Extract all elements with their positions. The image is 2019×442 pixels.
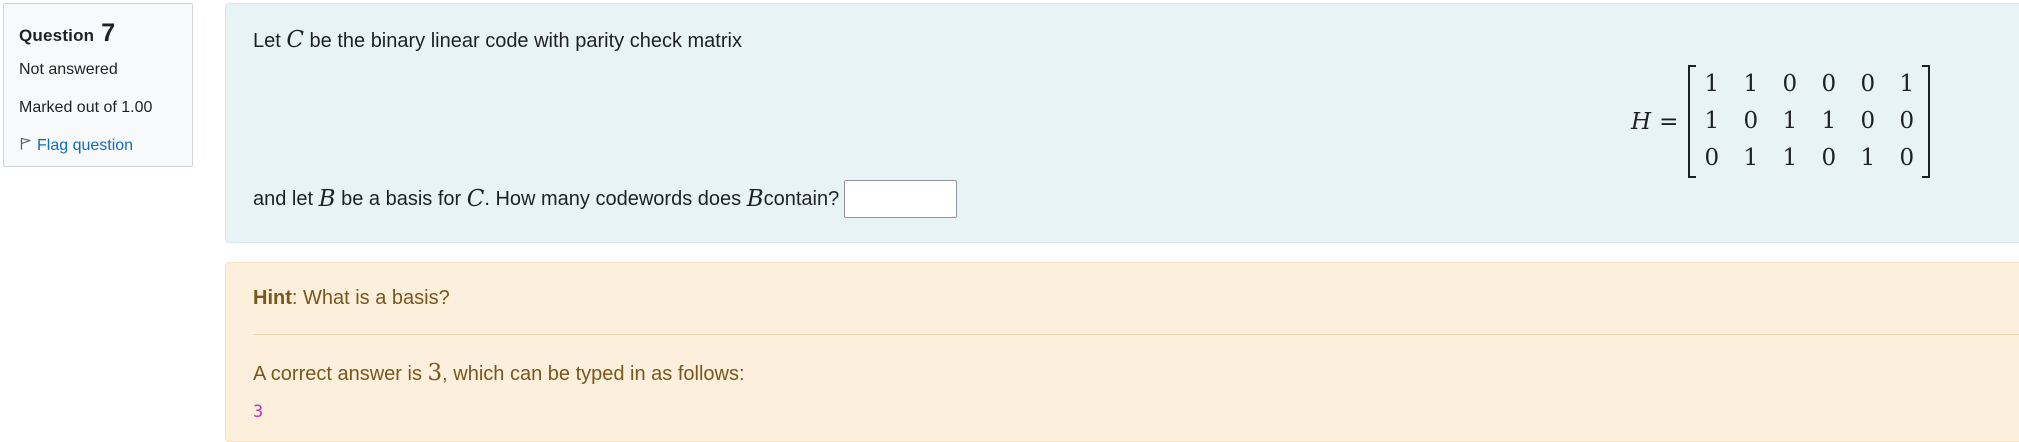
matrix-cell: 1 <box>1899 71 1915 97</box>
feedback-divider <box>253 334 2019 335</box>
question-formulation: Let C be the binary linear code with par… <box>225 3 2019 243</box>
question-label: Question <box>19 26 95 45</box>
question-text-line2: and let B be a basis for C. How many cod… <box>253 180 958 218</box>
matrix-cell: 1 <box>1704 71 1720 97</box>
flag-icon <box>19 136 37 156</box>
question-text-2-post: contain? <box>763 188 840 210</box>
correct-answer-text: A correct answer is 3, which can be type… <box>253 357 745 390</box>
correct-answer-value: 3 <box>427 360 443 386</box>
math-var-b: B <box>746 186 764 212</box>
answer-input[interactable] <box>844 180 958 218</box>
matrix-cell: 0 <box>1860 108 1876 134</box>
matrix-cell: 0 <box>1899 145 1915 171</box>
math-var-c: C <box>466 186 485 212</box>
feedback-panel: Hint: What is a basis? A correct answer … <box>225 262 2019 442</box>
question-grade: Marked out of 1.00 <box>19 99 153 116</box>
question-text-2-mid2: . How many codewords does <box>484 188 742 210</box>
matrix-cell: 1 <box>1782 108 1798 134</box>
question-number: 7 <box>101 19 116 47</box>
matrix-cell: 0 <box>1821 145 1837 171</box>
matrix-cell: 0 <box>1743 108 1759 134</box>
parity-check-matrix-display: H = 1 1 0 0 0 1 1 0 1 1 0 0 0 1 1 0 1 0 <box>1631 65 1931 178</box>
matrix-cell: 1 <box>1743 145 1759 171</box>
matrix-equals: = <box>1659 108 1679 135</box>
math-var-c: C <box>286 27 304 53</box>
question-text-2-pre: and let <box>253 188 314 210</box>
matrix-left-bracket <box>1688 65 1697 178</box>
math-var-b: B <box>318 186 336 212</box>
matrix-cell: 1 <box>1821 108 1837 134</box>
matrix-cell: 1 <box>1704 108 1720 134</box>
question-text-2-mid1: be a basis for <box>341 188 462 210</box>
question-state: Not answered <box>19 61 118 78</box>
question-number-heading: Question 7 <box>19 19 177 50</box>
matrix-cell: 1 <box>1743 71 1759 97</box>
matrix-cell: 0 <box>1821 71 1837 97</box>
hint-label: Hint <box>253 287 292 309</box>
matrix-right-bracket <box>1922 65 1931 178</box>
flag-question-link[interactable]: Flag question <box>19 136 177 156</box>
matrix-cell: 1 <box>1782 145 1798 171</box>
correct-answer-post: , which can be typed in as follows: <box>442 363 745 385</box>
matrix-cell: 0 <box>1860 71 1876 97</box>
matrix-cell: 1 <box>1860 145 1876 171</box>
matrix-cell: 0 <box>1782 71 1798 97</box>
question-text-1-pre: Let <box>253 30 287 52</box>
question-text-1-post: be the binary linear code with parity ch… <box>303 30 742 52</box>
hint-text: Hint: What is a basis? <box>253 282 450 314</box>
matrix-cell: 0 <box>1704 145 1720 171</box>
hint-body: : What is a basis? <box>291 287 450 309</box>
correct-answer-pre: A correct answer is <box>253 363 428 385</box>
matrix-cell: 0 <box>1899 108 1915 134</box>
question-info-panel: Question 7 Not answered Marked out of 1.… <box>3 3 193 167</box>
matrix-label: H <box>1631 108 1652 135</box>
answer-code-example: 3 <box>253 402 264 422</box>
question-text-line1: Let C be the binary linear code with par… <box>253 24 742 57</box>
flag-question-label: Flag question <box>37 137 134 154</box>
parity-check-matrix: 1 1 0 0 0 1 1 0 1 1 0 0 0 1 1 0 1 0 <box>1688 65 1931 178</box>
